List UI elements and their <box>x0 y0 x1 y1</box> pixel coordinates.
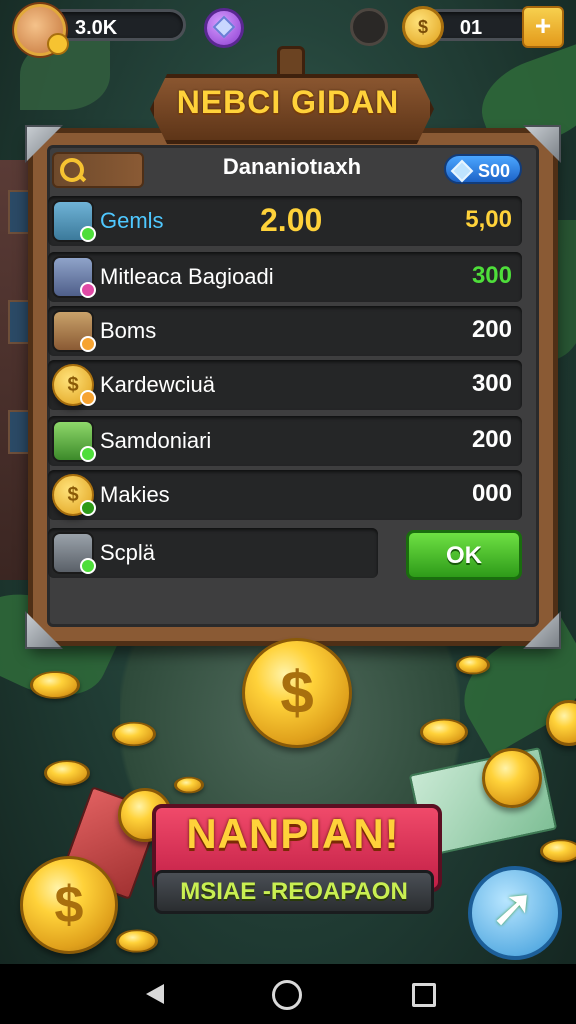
coin-icon <box>482 748 542 808</box>
recent-apps-icon[interactable] <box>412 983 436 1007</box>
share-arrow-button[interactable] <box>468 866 562 960</box>
item-name: Boms <box>100 318 157 343</box>
item-name: Mitleaca Bagioadi <box>100 264 274 289</box>
item-value: 200 <box>471 316 512 343</box>
badge-icon <box>80 446 96 462</box>
list-item[interactable]: $ Makies 000 <box>48 470 522 520</box>
big-coin-icon: $ <box>242 638 352 748</box>
list-item[interactable]: $ Kardewciuä 300 <box>48 360 522 410</box>
home-icon[interactable] <box>272 980 302 1010</box>
coin-icon <box>112 721 156 747</box>
gem-balance-pill: S00 <box>444 154 522 184</box>
item-value: 200 <box>471 426 512 453</box>
panel-title: Dananiotıaxh <box>222 154 362 179</box>
promo-subtitle-button[interactable]: MSIAE -REOAPAON <box>154 870 434 914</box>
coin-symbol: $ <box>417 17 428 37</box>
coin-symbol: $ <box>67 374 79 396</box>
item-value: 5,00 <box>465 206 512 233</box>
list-item[interactable]: Samdoniari 200 <box>48 416 522 466</box>
coin-icon <box>546 700 576 746</box>
counter-value: 01 <box>459 17 483 39</box>
list-item[interactable]: Mitleaca Bagioadi 300 <box>48 252 522 302</box>
coin-icon: $ <box>402 6 444 48</box>
gem-icon <box>450 159 474 183</box>
gem-shop-button[interactable] <box>204 8 244 48</box>
coin-symbol: $ <box>280 659 314 726</box>
system-nav-bar <box>0 964 576 1024</box>
coin-icon <box>116 929 158 953</box>
badge-icon <box>80 558 96 574</box>
item-name: Samdoniari <box>100 428 212 453</box>
player-avatar[interactable] <box>14 4 69 56</box>
coin-icon <box>540 839 576 863</box>
list-item[interactable]: Scplä <box>48 528 378 578</box>
plus-label: + <box>534 10 552 41</box>
coin-icon <box>420 718 468 746</box>
item-name: Gemls <box>100 208 164 233</box>
add-currency-button[interactable]: + <box>522 6 564 48</box>
item-name: Scplä <box>100 540 156 565</box>
search-icon <box>60 158 84 182</box>
coin-icon <box>44 760 90 786</box>
item-multiplier: 2.00 <box>260 202 323 238</box>
item-value: 300 <box>471 370 512 397</box>
coin-symbol: $ <box>54 876 84 934</box>
gem-balance: S00 <box>477 161 510 181</box>
list-item[interactable]: Boms 200 <box>48 306 522 356</box>
big-coin-icon: $ <box>20 856 118 954</box>
item-name: Makies <box>100 482 170 507</box>
badge-icon <box>80 282 96 298</box>
promo-title: NANPIAN! <box>186 810 400 857</box>
coin-symbol: $ <box>67 484 79 506</box>
coin-balance: 3.0K <box>75 17 118 39</box>
coin-icon <box>47 33 69 55</box>
back-icon[interactable] <box>140 978 172 1010</box>
search-button[interactable] <box>52 152 144 188</box>
banner-title: NEBCI GIDAN <box>176 84 400 120</box>
menu-circle-button[interactable] <box>350 8 388 46</box>
badge-icon <box>80 500 96 516</box>
item-name: Kardewciuä <box>100 372 215 397</box>
item-value: 000 <box>471 480 512 507</box>
ok-button[interactable]: OK <box>406 530 522 580</box>
coin-icon <box>456 655 490 675</box>
coin-balance-pill: 3.0K <box>46 9 186 41</box>
list-item[interactable]: Gemls 2.00 5,00 <box>48 196 522 246</box>
badge-icon <box>80 226 96 242</box>
badge-icon <box>80 336 96 352</box>
item-value: 300 <box>471 262 512 289</box>
coin-icon <box>174 776 204 794</box>
coin-icon <box>30 671 80 699</box>
badge-icon <box>80 390 96 406</box>
